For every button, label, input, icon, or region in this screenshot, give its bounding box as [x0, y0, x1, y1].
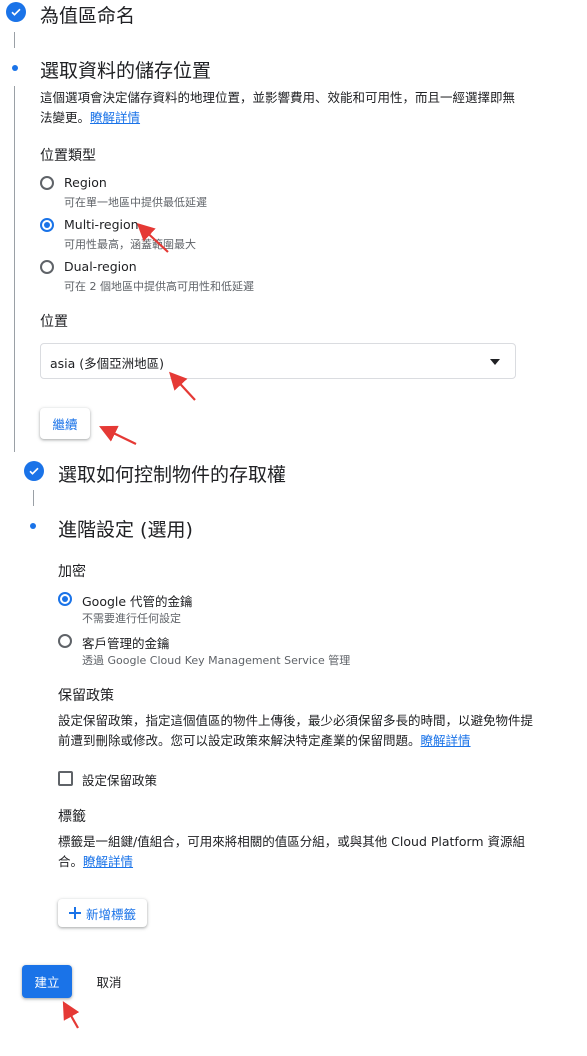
step-title-storage-location: 選取資料的儲存位置 — [40, 60, 212, 82]
cancel-button[interactable]: 取消 — [86, 965, 132, 998]
option-desc-multi-region: 可用性最高，涵蓋範圍最大 — [64, 238, 196, 251]
option-desc-region: 可在單一地區中提供最低延遲 — [64, 196, 207, 209]
step-active-dot — [30, 523, 36, 529]
check-icon — [29, 467, 39, 475]
step-complete-check-icon — [24, 461, 44, 481]
plus-icon — [68, 907, 81, 919]
radio-customer-managed-key[interactable] — [58, 634, 72, 648]
cancel-button-label: 取消 — [96, 975, 122, 990]
retention-learn-more-link[interactable]: 瞭解詳情 — [421, 733, 471, 748]
option-label-customer-managed-key[interactable]: 客戶管理的金鑰 — [82, 633, 170, 652]
step-connector — [33, 490, 34, 506]
retention-checkbox-label[interactable]: 設定保留政策 — [82, 770, 157, 789]
option-desc-google-managed-key: 不需要進行任何設定 — [82, 612, 181, 625]
check-icon — [11, 8, 21, 16]
annotation-arrow-icon — [99, 425, 137, 445]
learn-more-link[interactable]: 瞭解詳情 — [90, 110, 140, 125]
location-select[interactable]: asia (多個亞洲地區) — [40, 343, 516, 379]
step-connector — [14, 86, 15, 452]
option-label-multi-region[interactable]: Multi-region — [64, 217, 139, 232]
retention-description: 設定保留政策，指定這個值區的物件上傳後，最少必須保留多長的時間，以避免物件提前遭… — [58, 711, 533, 751]
step-title-access-control[interactable]: 選取如何控制物件的存取權 — [58, 460, 286, 487]
radio-multi-region[interactable] — [40, 218, 54, 232]
radio-google-managed-key[interactable] — [58, 592, 72, 606]
dropdown-arrow-icon — [490, 359, 500, 365]
labels-section-label: 標籤 — [58, 809, 86, 825]
add-label-button-label: 新增標籤 — [85, 906, 136, 922]
step-connector — [14, 32, 15, 48]
option-desc-customer-managed-key: 透過 Google Cloud Key Management Service 管… — [82, 654, 351, 667]
radio-dual-region[interactable] — [40, 260, 54, 274]
location-type-label: 位置類型 — [40, 148, 96, 164]
create-button-label: 建立 — [34, 975, 60, 990]
option-desc-dual-region: 可在 2 個地區中提供高可用性和低延遲 — [64, 280, 254, 293]
option-label-region[interactable]: Region — [64, 175, 107, 190]
add-label-button[interactable]: 新增標籤 — [58, 899, 147, 927]
annotation-arrow-icon — [62, 1001, 80, 1029]
option-label-dual-region[interactable]: Dual-region — [64, 259, 137, 274]
step-title-advanced: 進階設定 (選用) — [58, 519, 193, 541]
step-active-dot — [12, 65, 18, 71]
radio-region[interactable] — [40, 176, 54, 190]
location-select-value: asia (多個亞洲地區) — [50, 356, 165, 371]
continue-button-label: 繼續 — [52, 417, 78, 432]
step-title-name-bucket[interactable]: 為值區命名 — [40, 1, 135, 28]
labels-learn-more-link[interactable]: 瞭解詳情 — [83, 854, 133, 869]
encryption-label: 加密 — [58, 564, 86, 580]
location-label: 位置 — [40, 314, 68, 330]
labels-description: 標籤是一組鍵/值組合，可用來將相關的值區分組，或與其他 Cloud Platfo… — [58, 832, 536, 872]
create-button[interactable]: 建立 — [22, 965, 72, 998]
step-complete-check-icon — [6, 2, 26, 22]
continue-button[interactable]: 繼續 — [40, 408, 90, 439]
retention-policy-checkbox[interactable] — [58, 771, 73, 786]
storage-location-description: 這個選項會決定儲存資料的地理位置，並影響費用、效能和可用性，而且一經選擇即無法變… — [40, 88, 520, 128]
retention-policy-label: 保留政策 — [58, 688, 114, 704]
option-label-google-managed-key[interactable]: Google 代管的金鑰 — [82, 591, 193, 610]
